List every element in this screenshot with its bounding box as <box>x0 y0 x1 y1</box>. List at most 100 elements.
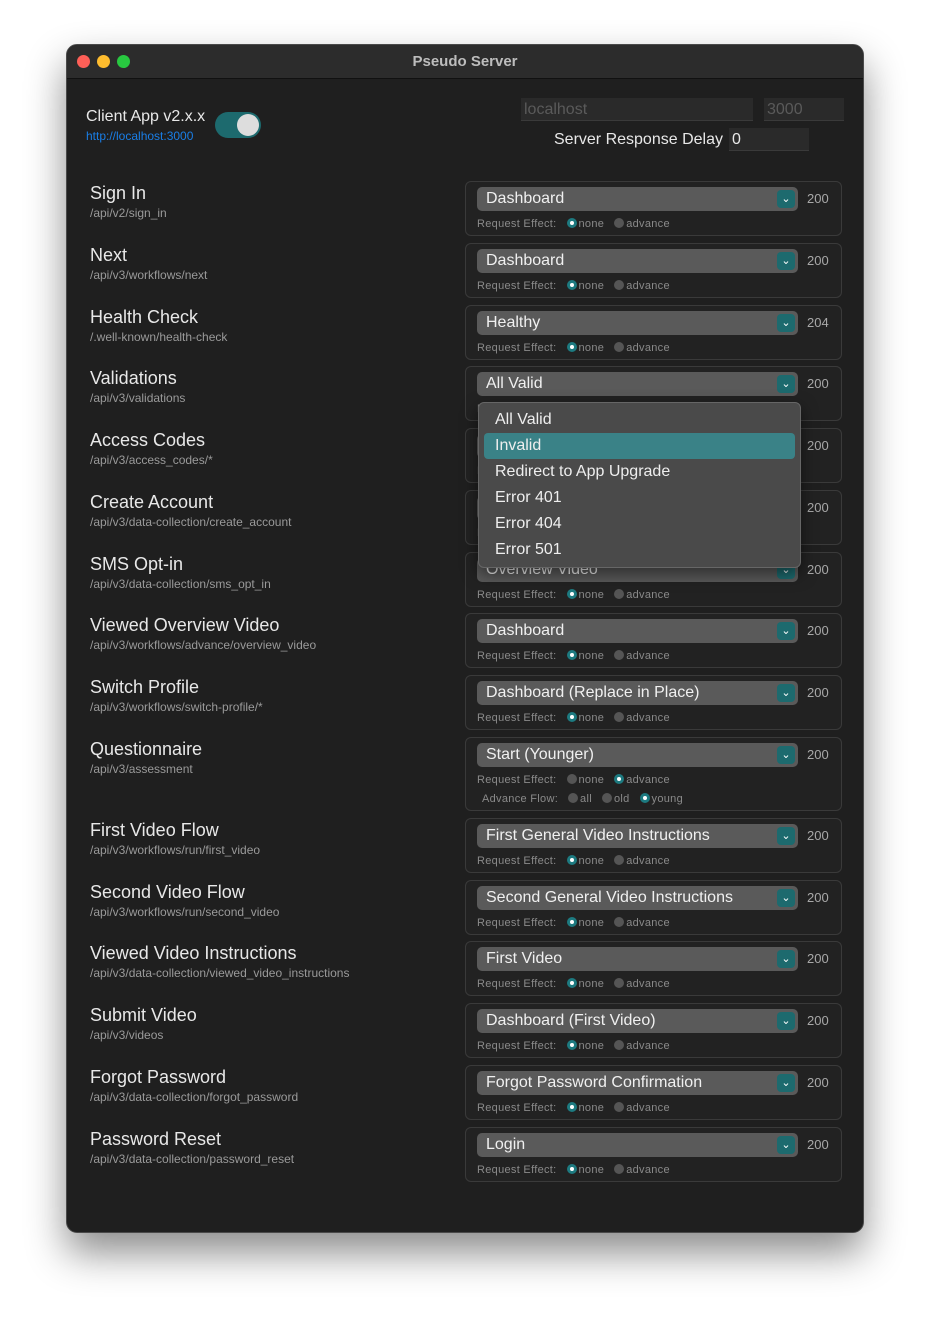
chevron-down-icon: ⌄ <box>777 622 795 640</box>
radio-none[interactable] <box>566 1164 577 1174</box>
route-name: Next <box>90 245 128 265</box>
status-code: 200 <box>807 828 829 843</box>
response-select[interactable]: Healthy ⌄ <box>477 311 798 335</box>
radio-advance-label: advance <box>626 917 670 929</box>
response-select[interactable]: Dashboard ⌄ <box>477 187 798 211</box>
response-value: Healthy <box>486 314 541 331</box>
response-select[interactable]: Login ⌄ <box>477 1133 798 1157</box>
route-path: /api/v3/workflows/run/second_video <box>90 905 280 919</box>
request-effect-label: Request Effect: <box>477 342 557 354</box>
request-effect: Request Effect: none advance <box>477 280 670 292</box>
radio-old-label: old <box>613 793 630 805</box>
request-effect-label: Request Effect: <box>477 589 557 601</box>
chevron-down-icon: ⌄ <box>777 950 795 968</box>
response-select[interactable]: Second General Video Instructions ⌄ <box>477 886 798 910</box>
title-bar: Pseudo Server <box>67 45 863 79</box>
radio-none[interactable] <box>566 589 577 599</box>
radio-advance[interactable] <box>614 978 625 988</box>
app-window: Pseudo Server Client App v2.x.x http://l… <box>66 44 864 1233</box>
radio-none[interactable] <box>566 712 577 722</box>
response-select[interactable]: Dashboard (Replace in Place) ⌄ <box>477 681 798 705</box>
dropdown-option[interactable]: Error 404 <box>484 511 795 537</box>
chevron-down-icon: ⌄ <box>777 314 795 332</box>
radio-none[interactable] <box>566 774 577 784</box>
dropdown-option[interactable]: Invalid <box>484 433 795 459</box>
dropdown-option[interactable]: Error 501 <box>484 537 795 563</box>
close-button[interactable] <box>77 55 90 68</box>
radio-advance[interactable] <box>614 1102 625 1112</box>
host-input[interactable]: localhost <box>521 98 753 121</box>
radio-none[interactable] <box>566 280 577 290</box>
radio-none[interactable] <box>566 1040 577 1050</box>
radio-advance[interactable] <box>614 280 625 290</box>
status-code: 200 <box>807 1013 829 1028</box>
route-path: /api/v3/workflows/next <box>90 268 208 282</box>
status-code: 200 <box>807 376 829 391</box>
minimize-button[interactable] <box>97 55 110 68</box>
route-name: First Video Flow <box>90 820 219 840</box>
zoom-button[interactable] <box>117 55 130 68</box>
route-path: /.well-known/health-check <box>90 330 228 344</box>
client-url-link[interactable]: http://localhost:3000 <box>86 129 193 143</box>
radio-none-label: none <box>578 917 605 929</box>
response-value: Dashboard <box>486 622 565 639</box>
radio-none[interactable] <box>566 978 577 988</box>
radio-advance[interactable] <box>614 342 625 352</box>
radio-none[interactable] <box>566 342 577 352</box>
response-select[interactable]: Dashboard (First Video) ⌄ <box>477 1009 798 1033</box>
request-effect: Request Effect: none advance <box>477 978 670 990</box>
request-effect-label: Request Effect: <box>477 774 557 786</box>
radio-none[interactable] <box>566 855 577 865</box>
route-config: Dashboard ⌄ 200 Request Effect: none advanc… <box>465 243 842 298</box>
advance-flow: Advance Flow: all old young <box>482 793 683 805</box>
radio-old[interactable] <box>601 793 612 803</box>
status-code: 200 <box>807 562 829 577</box>
response-select[interactable]: First Video ⌄ <box>477 947 798 971</box>
route-config: Dashboard (Replace in Place) ⌄ 200 Reques… <box>465 675 842 730</box>
request-effect: Request Effect: none advance <box>477 917 670 929</box>
response-select[interactable]: Forgot Password Confirmation ⌄ <box>477 1071 798 1095</box>
request-effect: Request Effect: none advance <box>477 218 670 230</box>
radio-none[interactable] <box>566 218 577 228</box>
radio-advance-label: advance <box>626 218 670 230</box>
chevron-down-icon: ⌄ <box>777 827 795 845</box>
radio-none[interactable] <box>566 917 577 927</box>
chevron-down-icon: ⌄ <box>777 375 795 393</box>
radio-advance-label: advance <box>626 1040 670 1052</box>
radio-advance[interactable] <box>614 917 625 927</box>
radio-young[interactable] <box>639 793 650 803</box>
delay-input[interactable]: 0 <box>729 128 809 151</box>
response-select[interactable]: Dashboard ⌄ <box>477 249 798 273</box>
dropdown-option[interactable]: Error 401 <box>484 485 795 511</box>
radio-none[interactable] <box>566 1102 577 1112</box>
chevron-down-icon: ⌄ <box>777 1136 795 1154</box>
radio-advance[interactable] <box>614 650 625 660</box>
request-effect-label: Request Effect: <box>477 1164 557 1176</box>
radio-advance[interactable] <box>614 218 625 228</box>
route-config: Start (Younger) ⌄ 200 Request Effect: none… <box>465 737 842 811</box>
response-select[interactable]: Dashboard ⌄ <box>477 619 798 643</box>
response-select[interactable]: Start (Younger) ⌄ <box>477 743 798 767</box>
request-effect: Request Effect: none advance <box>477 1164 670 1176</box>
radio-none[interactable] <box>566 650 577 660</box>
port-input[interactable]: 3000 <box>764 98 844 121</box>
radio-advance[interactable] <box>614 855 625 865</box>
advance-flow-label: Advance Flow: <box>482 793 559 805</box>
radio-advance[interactable] <box>614 712 625 722</box>
radio-advance[interactable] <box>614 1040 625 1050</box>
dropdown-option[interactable]: All Valid <box>484 407 795 433</box>
response-select[interactable]: All Valid ⌄ <box>477 372 798 396</box>
radio-advance[interactable] <box>614 589 625 599</box>
response-value: All Valid <box>486 375 543 392</box>
radio-none-label: none <box>578 855 605 867</box>
response-select[interactable]: First General Video Instructions ⌄ <box>477 824 798 848</box>
route-name: Sign In <box>90 183 147 203</box>
dropdown-option[interactable]: Redirect to App Upgrade <box>484 459 795 485</box>
request-effect: Request Effect: none advance <box>477 342 670 354</box>
radio-advance[interactable] <box>614 774 625 784</box>
client-toggle[interactable] <box>215 112 261 138</box>
radio-advance-label: advance <box>626 1102 670 1114</box>
radio-all[interactable] <box>568 793 579 803</box>
chevron-down-icon: ⌄ <box>777 1074 795 1092</box>
radio-advance[interactable] <box>614 1164 625 1174</box>
